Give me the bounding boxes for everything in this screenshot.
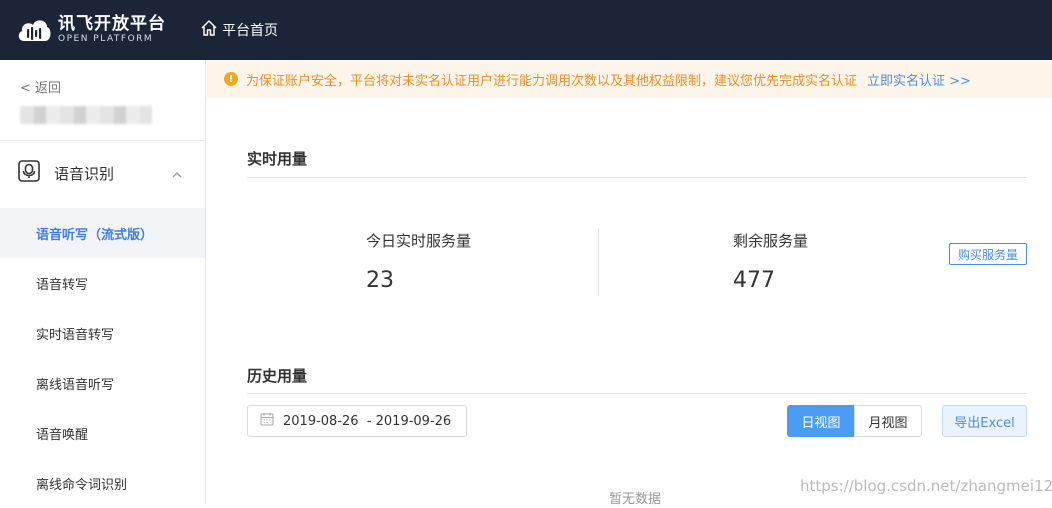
banner-text: 为保证账户安全，平台将对未实名认证用户进行能力调用次数以及其他权益限制，建议您优… (246, 73, 858, 89)
history-usage-title: 历史用量 (247, 367, 308, 385)
date-range-value: 2019-08-26 - 2019-09-26 (283, 413, 452, 429)
stat-divider (598, 228, 599, 296)
chevron-up-icon[interactable] (171, 166, 183, 185)
today-usage-value: 23 (366, 268, 394, 293)
today-usage-label: 今日实时服务量 (366, 232, 472, 250)
history-divider (247, 393, 1027, 394)
sidebar-item-streaming-dictation[interactable]: 语音听写（流式版） (0, 208, 205, 258)
remaining-usage-label: 剩余服务量 (733, 232, 809, 250)
sidebar-item-offline-command[interactable]: 离线命令词识别 (0, 458, 205, 508)
sidebar-item-voice-wakeup[interactable]: 语音唤醒 (0, 408, 205, 458)
watermark-text: https://blog.csdn.net/zhangmei126 (800, 477, 1052, 495)
calendar-icon (260, 412, 274, 430)
logo-subtitle: OPEN PLATFORM (58, 34, 154, 44)
logo[interactable]: 讯飞开放平台 OPEN PLATFORM (16, 15, 166, 45)
sidebar-divider (0, 140, 206, 141)
sidebar-item-realtime-transcription[interactable]: 实时语音转写 (0, 308, 205, 358)
realtime-divider (247, 177, 1027, 178)
remaining-usage-value: 477 (733, 268, 775, 293)
sidebar-section-speech-recognition[interactable]: 语音识别 (0, 150, 205, 196)
cloud-logo-icon (16, 15, 52, 45)
sidebar-item-offline-dictation[interactable]: 离线语音听写 (0, 358, 205, 408)
export-excel-button[interactable]: 导出Excel (942, 405, 1027, 437)
top-nav-bar: 讯飞开放平台 OPEN PLATFORM 平台首页 (0, 0, 1052, 60)
day-view-button[interactable]: 日视图 (787, 405, 855, 437)
sidebar-item-transcription[interactable]: 语音转写 (0, 258, 205, 308)
warning-icon: ! (224, 72, 238, 86)
verify-now-link[interactable]: 立即实名认证 >> (867, 70, 971, 89)
home-icon (200, 19, 222, 41)
sidebar-section-label: 语音识别 (54, 164, 115, 183)
platform-home-link[interactable]: 平台首页 (200, 19, 278, 41)
month-view-button[interactable]: 月视图 (854, 405, 922, 437)
verification-warning-banner: ! 为保证账户安全，平台将对未实名认证用户进行能力调用次数以及其他权益限制，建议… (207, 60, 1052, 98)
microphone-icon (17, 159, 41, 187)
logo-title: 讯飞开放平台 (58, 14, 166, 34)
sidebar: < 返回 语音识别 语音听写（流式版） 语音转写 实时语音转写 离线语音听写 语… (0, 60, 206, 504)
date-range-picker[interactable]: 2019-08-26 - 2019-09-26 (247, 405, 467, 437)
redacted-app-name (20, 106, 152, 124)
no-data-text: 暂无数据 (609, 492, 662, 507)
back-link[interactable]: < 返回 (20, 77, 61, 96)
buy-service-button[interactable]: 购买服务量 (949, 243, 1027, 265)
realtime-usage-title: 实时用量 (247, 150, 308, 168)
home-label: 平台首页 (222, 23, 278, 39)
